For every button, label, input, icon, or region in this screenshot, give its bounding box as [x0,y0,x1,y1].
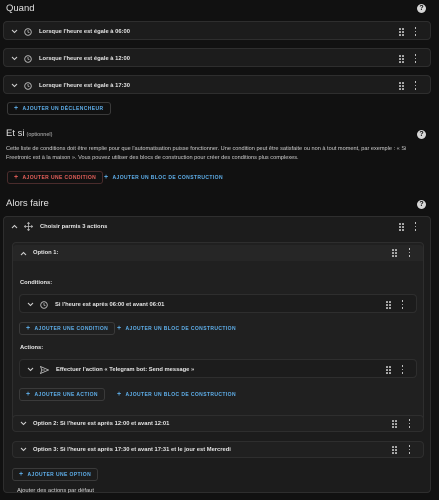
add-building-block-button[interactable]: + AJOUTER UN BLOC DE CONSTRUCTION [98,171,229,184]
plus-icon: + [19,471,24,478]
conditions-description: Cette liste de conditions doit être remp… [6,145,434,162]
add-building-block-button[interactable]: + AJOUTER UN BLOC DE CONSTRUCTION [111,388,242,401]
add-trigger-label: AJOUTER UN DÉCLENCHEUR [22,105,104,112]
plus-icon: + [14,174,19,181]
conditions-description-line: Cette liste de conditions doit être remp… [6,146,407,152]
plus-icon: + [117,391,122,398]
plus-icon: + [26,391,31,398]
default-actions-link[interactable]: Ajouter des actions par défaut [17,488,94,494]
drag-handle-icon[interactable] [399,82,404,90]
add-condition-button[interactable]: + AJOUTER UNE CONDITION [7,171,104,184]
option-label: Option 3: Si l'heure est après 17:30 et … [33,446,231,453]
plus-icon: + [104,174,109,181]
trigger-card[interactable]: Lorsque l'heure est égale à 06:00 [3,21,431,40]
condition-card[interactable]: Si l'heure est après 06:00 et avant 06:0… [19,294,417,313]
chevron-up-icon[interactable] [19,249,27,257]
drag-handle-icon[interactable] [386,366,391,374]
help-icon[interactable]: ? [417,4,426,13]
more-vert-icon[interactable] [414,81,417,90]
condition-label: Si l'heure est après 06:00 et avant 06:0… [55,301,165,308]
chevron-down-icon[interactable] [19,420,27,428]
optional-label: (optionnel) [26,132,53,138]
add-trigger-button[interactable]: + AJOUTER UN DÉCLENCHEUR [7,102,111,115]
clock-icon [24,54,32,63]
action-card[interactable]: Effectuer l'action « Telegram bot: Send … [19,359,417,378]
option-label: Option 1: [33,250,59,256]
help-icon[interactable]: ? [417,200,426,209]
add-condition-label: AJOUTER UNE CONDITION [22,174,97,181]
add-building-block-label: AJOUTER UN BLOC DE CONSTRUCTION [125,325,236,332]
then-section-title: Alors faire [6,198,49,209]
trigger-label: Lorsque l'heure est égale à 12:00 [39,55,130,62]
and-if-section-title: Et si (optionnel) [6,128,52,139]
add-condition-label: AJOUTER UNE CONDITION [34,325,109,332]
trigger-card[interactable]: Lorsque l'heure est égale à 17:30 [3,75,431,94]
chevron-down-icon[interactable] [10,82,18,90]
more-vert-icon[interactable] [408,248,411,257]
conditions-description-line: Freetronic est à la maison ». Vous pouve… [6,154,299,161]
trigger-label: Lorsque l'heure est égale à 17:30 [39,82,130,89]
more-vert-icon[interactable] [414,27,417,36]
clock-icon [40,300,48,309]
plus-icon: + [14,105,19,112]
option-card[interactable]: Option 2: Si l'heure est après 12:00 et … [12,415,424,432]
conditions-heading: Conditions: [20,280,53,286]
action-label: Effectuer l'action « Telegram bot: Send … [56,366,195,373]
chevron-down-icon[interactable] [26,301,34,309]
add-condition-button[interactable]: + AJOUTER UNE CONDITION [19,322,116,335]
more-vert-icon[interactable] [414,54,417,63]
chevron-down-icon[interactable] [26,366,34,374]
option-card[interactable]: Option 1: Conditions: Si l'heure est apr… [12,242,424,421]
help-icon[interactable]: ? [417,130,426,139]
drag-handle-icon[interactable] [392,249,397,257]
choose-action-label: Choisir parmis 3 actions [40,223,108,230]
trigger-label: Lorsque l'heure est égale à 06:00 [39,28,130,35]
add-building-block-button[interactable]: + AJOUTER UN BLOC DE CONSTRUCTION [111,322,242,335]
add-building-block-label: AJOUTER UN BLOC DE CONSTRUCTION [112,174,223,181]
and-if-title-text: Et si [6,128,25,139]
plus-icon: + [117,325,122,332]
more-vert-icon[interactable] [401,365,404,374]
more-vert-icon[interactable] [401,300,404,309]
drag-handle-icon[interactable] [392,420,397,428]
chevron-down-icon[interactable] [19,446,27,454]
chevron-down-icon[interactable] [10,55,18,63]
add-action-label: AJOUTER UNE ACTION [34,391,98,398]
drag-handle-icon[interactable] [399,55,404,63]
when-section-title: Quand [6,3,35,14]
more-vert-icon[interactable] [414,222,417,231]
chevron-up-icon[interactable] [10,223,18,231]
actions-heading: Actions: [20,345,44,351]
plus-icon: + [26,325,31,332]
arrows-move-icon [24,222,33,231]
send-icon [40,365,49,374]
choose-action-card[interactable]: Choisir parmis 3 actions Option 1: Condi… [3,216,431,494]
add-option-button[interactable]: + AJOUTER UNE OPTION [12,468,99,481]
clock-icon [24,27,32,36]
drag-handle-icon[interactable] [386,301,391,309]
chevron-down-icon[interactable] [10,28,18,36]
option-label: Option 2: Si l'heure est après 12:00 et … [33,420,170,427]
more-vert-icon[interactable] [408,445,411,454]
clock-icon [24,81,32,90]
add-action-button[interactable]: + AJOUTER UNE ACTION [19,388,105,401]
more-vert-icon[interactable] [408,419,411,428]
add-option-label: AJOUTER UNE OPTION [27,471,92,478]
add-building-block-label: AJOUTER UN BLOC DE CONSTRUCTION [125,391,236,398]
option-card[interactable]: Option 3: Si l'heure est après 17:30 et … [12,441,424,458]
drag-handle-icon[interactable] [399,28,404,36]
trigger-card[interactable]: Lorsque l'heure est égale à 12:00 [3,48,431,67]
drag-handle-icon[interactable] [399,223,404,231]
drag-handle-icon[interactable] [392,446,397,454]
